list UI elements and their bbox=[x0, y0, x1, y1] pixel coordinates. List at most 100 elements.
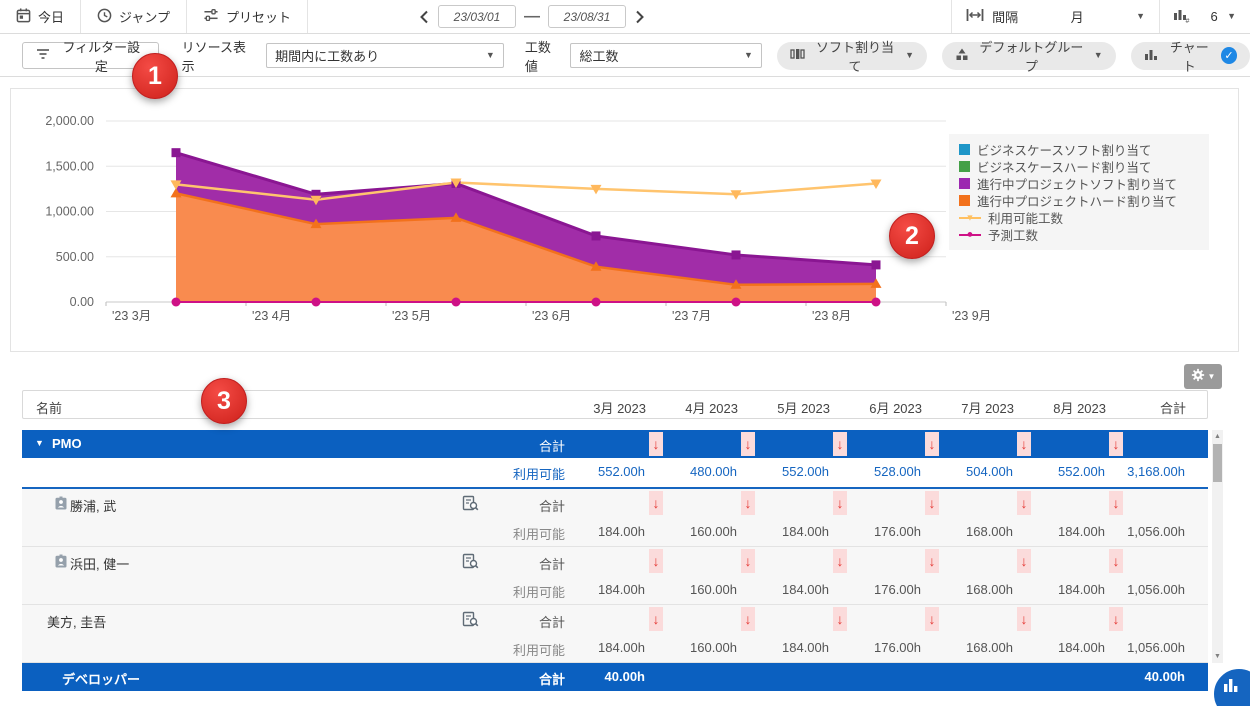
preset-label: プリセット bbox=[226, 7, 291, 26]
svg-text:'23 9月: '23 9月 bbox=[952, 309, 991, 323]
resource-display-select[interactable]: 期間内に工数あり ▼ bbox=[266, 43, 504, 68]
month-value: 168.00h bbox=[917, 640, 1013, 655]
allocation-icon bbox=[790, 48, 805, 63]
column-header[interactable]: 8月 2023 bbox=[1022, 398, 1106, 417]
chart-count-value[interactable]: 6 bbox=[1201, 9, 1227, 24]
collapse-icon[interactable]: ▼ bbox=[35, 438, 44, 448]
line-marker-icon: ● bbox=[959, 228, 981, 241]
scrollbar-thumb[interactable] bbox=[1213, 444, 1222, 482]
month-value: 184.00h bbox=[733, 640, 829, 655]
total-value: 1,056.00h bbox=[1089, 640, 1185, 655]
check-icon: ✓ bbox=[1221, 47, 1237, 64]
column-header[interactable]: 5月 2023 bbox=[746, 398, 830, 417]
svg-text:'23 4月: '23 4月 bbox=[252, 309, 291, 323]
preset-button[interactable]: プリセット bbox=[187, 0, 307, 33]
month-value: 552.00h bbox=[549, 464, 645, 479]
month-value: 552.00h bbox=[733, 464, 829, 479]
decrease-arrow-icon: ↓ bbox=[925, 432, 939, 456]
chevron-down-icon[interactable]: ▼ bbox=[1227, 12, 1236, 21]
chart-legend: ビジネスケースソフト割り当てビジネスケースハード割り当て進行中プロジェクトソフト… bbox=[949, 134, 1209, 250]
interval-value[interactable]: 月 bbox=[1018, 7, 1136, 26]
member-available-line: 利用可能184.00h160.00h184.00h176.00h168.00h1… bbox=[22, 518, 1208, 546]
today-label: 今日 bbox=[38, 7, 64, 26]
decrease-arrow-icon: ↓ bbox=[1109, 549, 1123, 573]
chevron-down-icon: ▼ bbox=[486, 51, 495, 60]
chart-fab-button[interactable] bbox=[1212, 667, 1250, 706]
today-button[interactable]: 今日 bbox=[0, 0, 80, 33]
decrease-arrow-icon: ↓ bbox=[649, 432, 663, 456]
soft-assignment-button[interactable]: ソフト割り当て ▼ bbox=[777, 42, 927, 70]
member-rows[interactable]: 美方, 圭吾合計↓↓↓↓↓↓利用可能184.00h160.00h184.00h1… bbox=[22, 605, 1208, 663]
chart-toggle-label: チャート bbox=[1165, 37, 1214, 75]
default-group-button[interactable]: デフォルトグループ ▼ bbox=[942, 42, 1116, 70]
divider bbox=[307, 0, 308, 33]
table-header: 名前 3月 2023 4月 2023 5月 2023 6月 2023 7月 2023 8月… bbox=[22, 390, 1208, 419]
date-to-input[interactable] bbox=[548, 5, 626, 28]
month-value: 176.00h bbox=[825, 640, 921, 655]
divider bbox=[951, 0, 952, 33]
interval-icon bbox=[966, 8, 984, 25]
decrease-arrow-icon: ↓ bbox=[1109, 491, 1123, 515]
decrease-arrow-icon: ↓ bbox=[649, 549, 663, 573]
total-value: 3,168.00h bbox=[1089, 464, 1185, 479]
decrease-arrow-icon: ↓ bbox=[833, 607, 847, 631]
decrease-arrow-icon: ↓ bbox=[741, 607, 755, 631]
chart-count-icon: # bbox=[1173, 8, 1191, 26]
series-swatch-icon bbox=[959, 161, 970, 172]
resource-display-value: 期間内に工数あり bbox=[275, 46, 379, 65]
scroll-down-icon[interactable]: ▼ bbox=[1212, 653, 1223, 660]
legend-item: 進行中プロジェクトソフト割り当て bbox=[959, 175, 1199, 192]
decrease-arrow-icon: ↓ bbox=[925, 549, 939, 573]
chart-toggle-button[interactable]: チャート ✓ bbox=[1131, 42, 1250, 70]
decrease-arrow-icon: ↓ bbox=[741, 491, 755, 515]
jump-button[interactable]: ジャンプ bbox=[81, 0, 186, 33]
decrease-arrow-icon: ↓ bbox=[741, 549, 755, 573]
vertical-scrollbar[interactable]: ▲ ▼ bbox=[1212, 430, 1223, 663]
legend-item: ビジネスケースソフト割り当て bbox=[959, 141, 1199, 158]
column-header-name[interactable]: 名前 bbox=[36, 398, 62, 417]
row-label: 合計 bbox=[487, 436, 565, 455]
column-header[interactable]: 4月 2023 bbox=[654, 398, 738, 417]
column-header[interactable]: 6月 2023 bbox=[838, 398, 922, 417]
month-value: 480.00h bbox=[641, 464, 737, 479]
month-value: 40.00h bbox=[549, 669, 645, 684]
bar-chart-icon bbox=[1144, 48, 1158, 64]
prev-period-button[interactable] bbox=[418, 10, 430, 24]
date-range-nav: — bbox=[418, 0, 646, 33]
series-swatch-icon bbox=[959, 144, 970, 155]
month-value: 168.00h bbox=[917, 524, 1013, 539]
series-swatch-icon bbox=[959, 178, 970, 189]
scroll-up-icon[interactable]: ▲ bbox=[1212, 433, 1223, 440]
effort-value-select[interactable]: 総工数 ▼ bbox=[570, 43, 761, 68]
series-swatch-icon bbox=[959, 195, 970, 206]
soft-assignment-label: ソフト割り当て bbox=[812, 37, 898, 75]
chevron-down-icon: ▼ bbox=[905, 51, 914, 60]
decrease-arrow-icon: ↓ bbox=[741, 432, 755, 456]
column-header[interactable]: 3月 2023 bbox=[562, 398, 646, 417]
decrease-arrow-icon: ↓ bbox=[833, 491, 847, 515]
top-toolbar: 今日 ジャンプ プリセット — 間隔 月 ▼ # 6 bbox=[0, 0, 1250, 34]
date-from-input[interactable] bbox=[438, 5, 516, 28]
member-total-line: ↓↓↓↓↓↓ bbox=[22, 547, 1208, 575]
table-settings-button[interactable]: ▼ bbox=[1184, 364, 1222, 389]
member-available-line: 利用可能184.00h160.00h184.00h176.00h168.00h1… bbox=[22, 576, 1208, 604]
decrease-arrow-icon: ↓ bbox=[1017, 549, 1031, 573]
group-row[interactable]: ▼PMO合計↓↓↓↓↓↓ bbox=[22, 430, 1208, 458]
interval-label: 間隔 bbox=[992, 7, 1018, 26]
group-icon bbox=[955, 48, 969, 64]
chevron-down-icon[interactable]: ▼ bbox=[1136, 12, 1145, 21]
legend-item: ●予測工数 bbox=[959, 226, 1199, 243]
month-value: 176.00h bbox=[825, 582, 921, 597]
member-rows[interactable]: 勝浦, 武合計↓↓↓↓↓↓利用可能184.00h160.00h184.00h17… bbox=[22, 489, 1208, 547]
next-period-button[interactable] bbox=[634, 10, 646, 24]
annotation-badge-3: 3 bbox=[201, 378, 247, 424]
date-separator: — bbox=[524, 8, 540, 26]
line-marker-icon: ▼ bbox=[959, 211, 981, 224]
effort-value-value: 総工数 bbox=[579, 46, 618, 65]
column-header[interactable]: 合計 bbox=[1102, 398, 1186, 417]
column-header[interactable]: 7月 2023 bbox=[930, 398, 1014, 417]
member-rows[interactable]: 浜田, 健一合計↓↓↓↓↓↓利用可能184.00h160.00h184.00h1… bbox=[22, 547, 1208, 605]
group-row[interactable]: デベロッパー合計40.00h40.00h bbox=[22, 663, 1208, 691]
month-value: 184.00h bbox=[733, 524, 829, 539]
decrease-arrow-icon: ↓ bbox=[833, 432, 847, 456]
